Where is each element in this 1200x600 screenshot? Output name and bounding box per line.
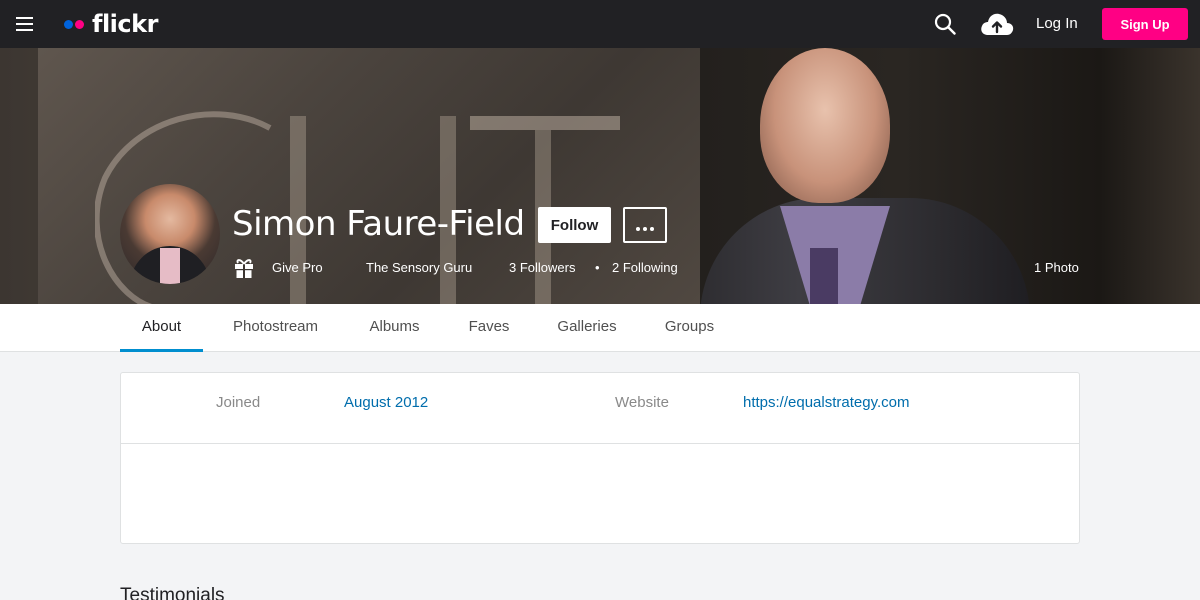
joined-value[interactable]: August 2012	[344, 393, 428, 413]
signup-button[interactable]: Sign Up	[1102, 8, 1188, 40]
logo-blue-dot	[64, 19, 73, 29]
profile-tabs: About Photostream Albums Faves Galleries…	[0, 304, 1200, 352]
about-card: Joined August 2012 Website https://equal…	[120, 372, 1080, 544]
cover-person-head	[760, 48, 890, 203]
avatar[interactable]	[120, 184, 220, 284]
tab-albums[interactable]: Albums	[361, 304, 428, 352]
profile-name: Simon Faure-Field	[232, 204, 525, 244]
tab-galleries[interactable]: Galleries	[550, 304, 624, 352]
login-link[interactable]: Log In	[1036, 14, 1078, 34]
cover-person-tie	[810, 248, 838, 304]
card-divider	[121, 443, 1079, 444]
tab-about[interactable]: About	[120, 304, 203, 352]
website-link[interactable]: https://equalstrategy.com	[743, 393, 909, 413]
tab-faves[interactable]: Faves	[461, 304, 517, 352]
logo-pink-dot	[75, 19, 84, 29]
top-navigation-bar: flickr Log In Sign Up	[0, 0, 1200, 48]
flickr-logo[interactable]: flickr	[64, 11, 158, 37]
photo-count: 1 Photo	[1034, 260, 1079, 275]
testimonials-heading: Testimonials	[120, 585, 225, 600]
search-icon[interactable]	[934, 13, 956, 35]
logo-wordmark: flickr	[92, 10, 158, 38]
tab-groups[interactable]: Groups	[657, 304, 722, 352]
ellipsis-icon	[635, 216, 656, 235]
upload-cloud-icon[interactable]	[980, 11, 1014, 37]
gift-icon[interactable]	[234, 256, 254, 278]
joined-label: Joined	[216, 394, 261, 411]
website-label: Website	[615, 394, 669, 411]
followers-link[interactable]: 3 Followers	[509, 258, 575, 278]
give-pro-link[interactable]: Give Pro	[272, 258, 323, 278]
tab-photostream[interactable]: Photostream	[222, 304, 329, 352]
following-link[interactable]: 2 Following	[612, 258, 678, 278]
menu-icon[interactable]	[16, 17, 33, 31]
more-options-button[interactable]	[623, 207, 667, 243]
meta-separator: •	[595, 260, 600, 275]
real-name: The Sensory Guru	[366, 260, 473, 275]
follow-button[interactable]: Follow	[538, 207, 611, 243]
